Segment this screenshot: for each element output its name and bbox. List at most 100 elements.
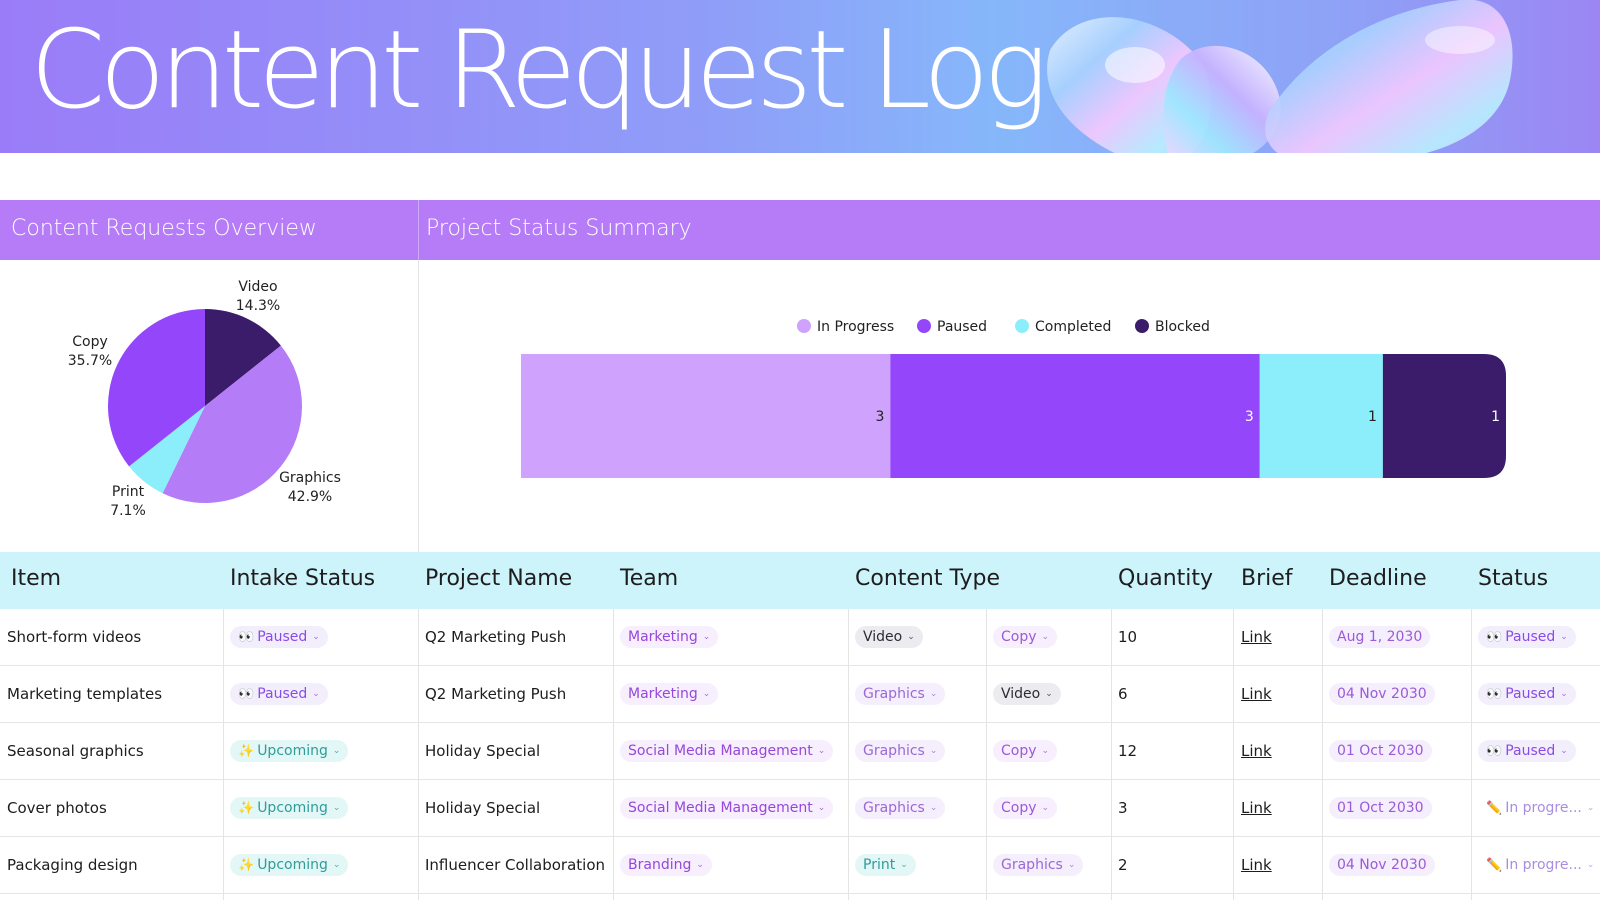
project-name-cell: Holiday Special [425,742,541,760]
bar-segment-in-progress [521,354,891,478]
content-type-cell: Video ⌄ [855,609,923,665]
deadline-pill[interactable]: 01 Oct 2030 [1329,740,1432,762]
brief-link[interactable]: Link [1241,856,1272,874]
quantity-cell: 10 [1118,628,1138,646]
content-type-pill[interactable]: Print ⌄ [855,854,916,876]
table-row[interactable]: Short-form videos 👀 Paused ⌄ Q2 Marketing Pu… [0,609,1600,666]
chevron-down-icon: ⌄ [929,689,938,699]
legend-swatch-in-progress [797,319,811,333]
intake-status-pill[interactable]: 👀 Paused ⌄ [230,626,328,648]
team-pill[interactable]: Social Media Management ⌄ [620,797,834,819]
chevron-down-icon: ⌄ [312,689,320,699]
content-type-cell: Print ⌄ [855,837,916,893]
chevron-down-icon: ⌄ [702,689,711,699]
intake-status-pill[interactable]: ✨ Upcoming ⌄ [230,797,349,819]
intake-status-cell: ✨ Upcoming ⌄ [230,780,349,836]
status-cell: ✏️ In progre... ⌄ [1478,780,1600,836]
pie-percent-copy: 35.7% [68,353,112,369]
content-type-cell: Graphics ⌄ [993,837,1084,893]
team-cell: Branding ⌄ [620,837,712,893]
column-header-team[interactable]: Team [620,566,678,591]
column-header-quantity[interactable]: Quantity [1118,566,1213,591]
brief-link[interactable]: Link [1241,628,1272,646]
table-row[interactable]: Cover photos ✨ Upcoming ⌄ Holiday Special Soc… [0,780,1600,837]
chevron-down-icon: ⌄ [332,860,341,870]
brief-link[interactable]: Link [1241,685,1272,703]
content-type-pill[interactable]: Graphics ⌄ [855,740,946,762]
bar-value-in-progress: 3 [875,409,884,425]
deadline-cell: 04 Nov 2030 [1329,837,1435,893]
intake-status-cell: ✨ Upcoming ⌄ [230,723,349,779]
pie-percent-print: 7.1% [110,503,146,519]
status-pill[interactable]: ✏️ In progre... ⌄ [1478,854,1600,876]
legend-swatch-blocked [1135,319,1149,333]
team-cell: Marketing ⌄ [620,666,719,722]
bar-segment-paused [890,354,1260,478]
column-header-intake-status[interactable]: Intake Status [230,566,375,591]
column-header-project-name[interactable]: Project Name [425,566,572,591]
team-pill[interactable]: Marketing ⌄ [620,683,719,705]
item-cell: Marketing templates [7,685,163,703]
legend-swatch-completed [1015,319,1029,333]
table-row[interactable]: Packaging design ✨ Upcoming ⌄ Influencer Col… [0,837,1600,894]
content-type-cell: Copy ⌄ [993,609,1058,665]
column-divider [1471,609,1472,900]
team-pill[interactable]: Social Media Management ⌄ [620,740,834,762]
table-row[interactable]: Marketing templates 👀 Paused ⌄ Q2 Marketing … [0,666,1600,723]
pie-percent-video: 14.3% [236,298,280,314]
status-pill[interactable]: 👀 Paused ⌄ [1478,740,1576,762]
content-type-pill[interactable]: Copy ⌄ [993,797,1058,819]
status-cell: 👀 Paused ⌄ [1478,609,1576,665]
brief-link[interactable]: Link [1241,742,1272,760]
team-pill[interactable]: Marketing ⌄ [620,626,719,648]
team-cell: Marketing ⌄ [620,609,719,665]
team-pill[interactable]: Branding ⌄ [620,854,712,876]
column-header-brief[interactable]: Brief [1241,566,1293,591]
column-divider [223,609,224,900]
column-divider [848,609,849,900]
content-type-pill[interactable]: Copy ⌄ [993,740,1058,762]
column-header-status[interactable]: Status [1478,566,1548,591]
content-type-pill[interactable]: Graphics ⌄ [993,854,1084,876]
deadline-pill[interactable]: 01 Oct 2030 [1329,797,1432,819]
bar-value-blocked: 1 [1491,409,1500,425]
chevron-down-icon: ⌄ [1041,632,1050,642]
deadline-pill[interactable]: 04 Nov 2030 [1329,854,1435,876]
brief-link[interactable]: Link [1241,799,1272,817]
deadline-cell: 01 Oct 2030 [1329,780,1432,836]
column-header-item[interactable]: Item [11,566,61,591]
column-divider [1233,609,1234,900]
intake-status-pill[interactable]: 👀 Paused ⌄ [230,683,328,705]
table-header: Item Intake Status Project Name Team Content… [0,552,1600,609]
chevron-down-icon: ⌄ [332,746,341,756]
intake-status-pill[interactable]: ✨ Upcoming ⌄ [230,740,349,762]
intake-status-pill[interactable]: ✨ Upcoming ⌄ [230,854,349,876]
chevron-down-icon: ⌄ [312,632,320,642]
chevron-down-icon: ⌄ [929,746,938,756]
quantity-cell: 12 [1118,742,1138,760]
intake-status-cell: ✨ Upcoming ⌄ [230,837,349,893]
deadline-pill[interactable]: 04 Nov 2030 [1329,683,1435,705]
column-header-content-type[interactable]: Content Type [855,566,1000,591]
status-pill[interactable]: ✏️ In progre... ⌄ [1478,797,1600,819]
brief-cell: Link [1241,609,1272,665]
chevron-down-icon: ⌄ [1586,803,1595,813]
content-type-pill[interactable]: Copy ⌄ [993,626,1058,648]
content-type-pill[interactable]: Video ⌄ [993,683,1061,705]
item-cell: Short-form videos [7,628,142,646]
content-type-pill[interactable]: Graphics ⌄ [855,797,946,819]
status-pill[interactable]: 👀 Paused ⌄ [1478,626,1576,648]
deadline-pill[interactable]: Aug 1, 2030 [1329,626,1431,648]
content-type-cell: Copy ⌄ [993,780,1058,836]
content-type-pill[interactable]: Video ⌄ [855,626,923,648]
column-divider [1322,609,1323,900]
pie-label-print: Print [112,484,145,500]
chevron-down-icon: ⌄ [929,803,938,813]
column-header-deadline[interactable]: Deadline [1329,566,1427,591]
content-type-pill[interactable]: Graphics ⌄ [855,683,946,705]
status-pill[interactable]: 👀 Paused ⌄ [1478,683,1576,705]
bar-value-paused: 3 [1245,409,1254,425]
item-cell: Cover photos [7,799,107,817]
overview-section-title: Content Requests Overview [11,216,317,241]
table-row[interactable]: Seasonal graphics ✨ Upcoming ⌄ Holiday Speci… [0,723,1600,780]
